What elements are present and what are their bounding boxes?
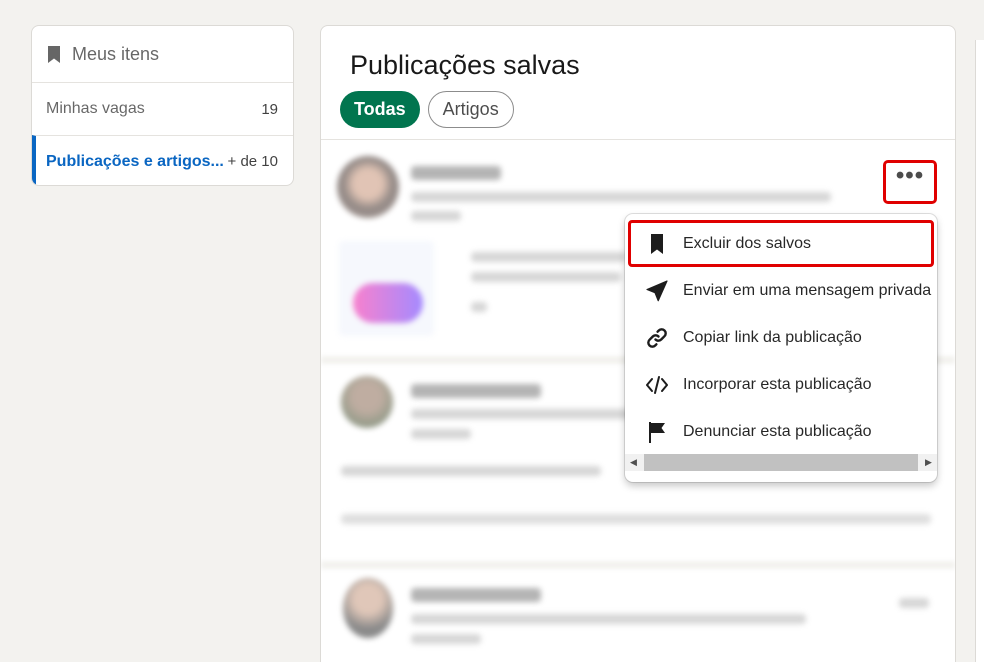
my-items-card: Meus itens Minhas vagas 19 Publicações e… xyxy=(31,25,294,186)
page-title: Publicações salvas xyxy=(350,50,580,80)
link-icon xyxy=(647,327,667,348)
menu-item-label: Excluir dos salvos xyxy=(683,234,812,252)
menu-item-label: Denunciar esta publicação xyxy=(683,422,872,440)
avatar xyxy=(341,376,393,428)
divider xyxy=(321,139,955,140)
sidebar-item-posts-articles[interactable]: Publicações e artigos... + de 10 xyxy=(32,135,293,185)
sidebar-item-my-jobs[interactable]: Minhas vagas 19 xyxy=(32,83,293,135)
author-name xyxy=(411,384,541,398)
code-icon xyxy=(646,375,668,394)
filter-articles-chip[interactable]: Artigos xyxy=(427,91,514,128)
flag-icon xyxy=(649,421,665,443)
avatar xyxy=(343,578,393,638)
post-text-line xyxy=(341,466,601,476)
post-text-line xyxy=(471,302,487,312)
post-separator xyxy=(321,561,955,569)
more-options-button[interactable]: ••• xyxy=(883,160,937,204)
post-text-line xyxy=(471,272,621,282)
send-icon xyxy=(646,279,668,301)
post-text-line xyxy=(341,514,931,524)
post-options-menu: Excluir dos salvos Enviar em uma mensage… xyxy=(625,214,937,482)
sidebar-item-count: 19 xyxy=(261,100,278,118)
my-items-header: Meus itens xyxy=(32,26,293,83)
more-options-icon: ••• xyxy=(895,162,925,189)
menu-item-remove-saved[interactable]: Excluir dos salvos xyxy=(628,220,934,267)
filter-chips: Todas Artigos xyxy=(340,91,514,128)
author-name xyxy=(411,588,541,602)
scroll-left-icon[interactable]: ◀ xyxy=(625,454,642,471)
author-headline xyxy=(411,409,631,419)
post-thumbnail xyxy=(339,241,434,336)
scrollbar-thumb[interactable] xyxy=(644,454,918,471)
filter-all-chip[interactable]: Todas xyxy=(340,91,420,128)
sidebar-item-label: Publicações e artigos... xyxy=(46,152,224,170)
menu-item-label: Incorporar esta publicação xyxy=(683,375,872,393)
post-time xyxy=(411,211,461,221)
scroll-right-icon[interactable]: ▶ xyxy=(920,454,937,471)
menu-item-embed[interactable]: Incorporar esta publicação xyxy=(625,361,937,408)
author-headline xyxy=(411,192,831,202)
menu-item-send-message[interactable]: Enviar em uma mensagem privada xyxy=(625,267,937,314)
author-name xyxy=(411,166,501,180)
right-column-edge xyxy=(975,40,984,662)
menu-item-label: Copiar link da publicação xyxy=(683,328,862,346)
sidebar-item-count: + de 10 xyxy=(227,153,278,170)
menu-item-copy-link[interactable]: Copiar link da publicação xyxy=(625,314,937,361)
post-time xyxy=(411,634,481,644)
menu-item-report[interactable]: Denunciar esta publicação xyxy=(625,408,937,455)
menu-horizontal-scrollbar[interactable]: ◀ ▶ xyxy=(625,454,937,471)
post-text-line xyxy=(471,252,626,262)
author-headline xyxy=(411,614,806,624)
avatar xyxy=(337,156,399,218)
menu-item-label: Enviar em uma mensagem privada xyxy=(683,281,932,299)
post-more-button xyxy=(899,598,929,608)
sidebar-item-label: Minhas vagas xyxy=(46,100,145,117)
bookmark-icon xyxy=(651,233,663,254)
post-time xyxy=(411,429,471,439)
my-items-title: Meus itens xyxy=(72,43,160,64)
bookmark-icon xyxy=(48,45,60,63)
